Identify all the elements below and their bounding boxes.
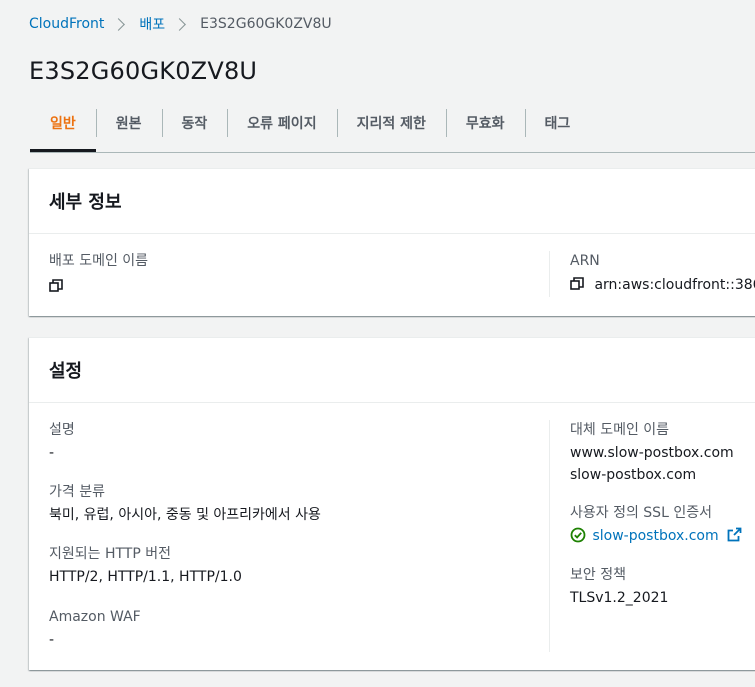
- domain-name-field: 배포 도메인 이름: [49, 252, 148, 295]
- price-class-label: 가격 분류: [49, 484, 105, 500]
- http-version-label: 지원되는 HTTP 버전: [49, 546, 172, 562]
- alternate-domain-item: slow-postbox.com: [570, 467, 697, 483]
- column-divider: [549, 420, 550, 652]
- copy-icon[interactable]: [49, 279, 63, 293]
- tab-origins[interactable]: 원본: [95, 104, 162, 142]
- external-link-icon[interactable]: [727, 527, 742, 542]
- security-policy-field: 보안 정책 TLSv1.2_2021: [570, 566, 668, 609]
- column-divider: [549, 251, 550, 297]
- breadcrumb-cloudfront[interactable]: CloudFront: [29, 16, 104, 32]
- http-version-field: 지원되는 HTTP 버전 HTTP/2, HTTP/1.1, HTTP/1.0: [49, 545, 242, 588]
- copy-icon[interactable]: [570, 277, 584, 291]
- waf-field: Amazon WAF -: [49, 608, 141, 651]
- domain-name-label: 배포 도메인 이름: [49, 253, 149, 269]
- arn-label: ARN: [570, 253, 600, 269]
- price-class-field: 가격 분류 북미, 유럽, 아시아, 중동 및 아프리카에서 사용: [49, 483, 321, 526]
- security-policy-label: 보안 정책: [570, 567, 626, 583]
- settings-title: 설정: [29, 338, 755, 403]
- tab-geo-restriction[interactable]: 지리적 제한: [336, 104, 446, 142]
- ssl-certificate-field: 사용자 정의 SSL 인증서 slow-postbox.com: [570, 504, 742, 547]
- tab-bar: 일반 원본 동작 오류 페이지 지리적 제한 무효화 태그: [30, 104, 755, 153]
- alternate-domain-item: www.slow-postbox.com: [570, 445, 734, 461]
- check-circle-icon: [570, 527, 586, 543]
- breadcrumb-current: E3S2G60GK0ZV8U: [200, 16, 332, 32]
- security-policy-value: TLSv1.2_2021: [570, 590, 669, 606]
- tab-tags[interactable]: 태그: [524, 104, 591, 142]
- breadcrumb: CloudFront 배포 E3S2G60GK0ZV8U: [29, 14, 332, 34]
- description-value: -: [49, 445, 55, 461]
- arn-field: ARN arn:aws:cloudfront::3867: [570, 252, 755, 296]
- tab-behaviors[interactable]: 동작: [161, 104, 228, 142]
- price-class-value: 북미, 유럽, 아시아, 중동 및 아프리카에서 사용: [49, 507, 321, 523]
- chevron-right-icon: [112, 17, 126, 31]
- alternate-domains-field: 대체 도메인 이름 www.slow-postbox.com slow-post…: [570, 421, 734, 486]
- details-panel: 세부 정보 배포 도메인 이름 ARN arn:aws:cloudfront::…: [29, 168, 755, 316]
- waf-label: Amazon WAF: [49, 609, 141, 625]
- chevron-right-icon: [173, 17, 187, 31]
- page-title: E3S2G60GK0ZV8U: [29, 57, 258, 85]
- http-version-value: HTTP/2, HTTP/1.1, HTTP/1.0: [49, 569, 242, 585]
- breadcrumb-distributions[interactable]: 배포: [139, 14, 165, 34]
- tab-error-pages[interactable]: 오류 페이지: [227, 104, 336, 142]
- tab-invalidations[interactable]: 무효화: [445, 104, 525, 142]
- ssl-certificate-link[interactable]: slow-postbox.com: [592, 528, 718, 544]
- details-title: 세부 정보: [29, 169, 755, 234]
- waf-value: -: [49, 632, 55, 648]
- alternate-domains-label: 대체 도메인 이름: [570, 422, 670, 438]
- ssl-certificate-label: 사용자 정의 SSL 인증서: [570, 505, 712, 521]
- description-label: 설명: [49, 422, 75, 438]
- description-field: 설명 -: [49, 421, 75, 464]
- arn-value: arn:aws:cloudfront::3867: [594, 277, 755, 293]
- tab-general[interactable]: 일반: [30, 104, 96, 152]
- settings-panel: 설정 설명 - 가격 분류 북미, 유럽, 아시아, 중동 및 아프리카에서 사…: [29, 337, 755, 670]
